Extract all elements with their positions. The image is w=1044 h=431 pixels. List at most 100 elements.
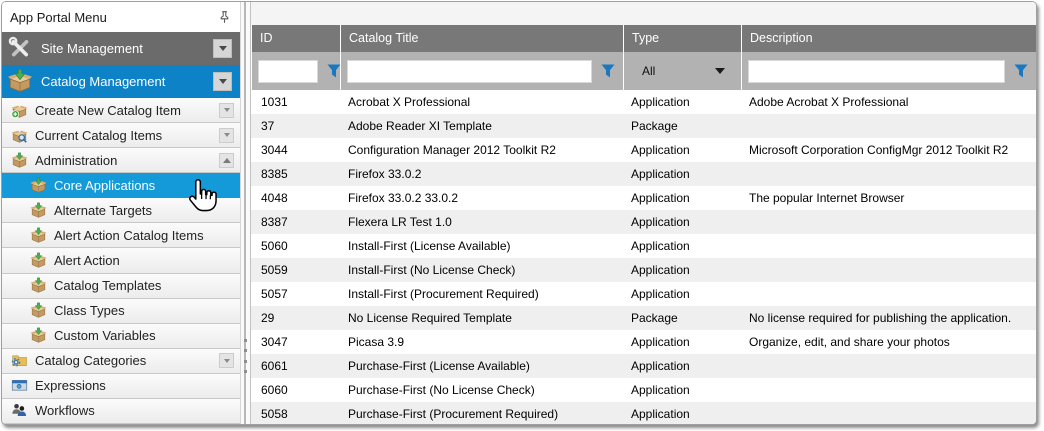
cell-type: Application <box>623 330 741 354</box>
sidebar-section-catalog-management[interactable]: Catalog Management <box>2 65 240 98</box>
cell-id: 37 <box>251 114 340 138</box>
description-filter-input[interactable] <box>748 60 1005 83</box>
cell-id: 6060 <box>251 378 340 402</box>
catalog-grid-panel: IDCatalog TitleTypeDescription All 1031A… <box>250 2 1036 424</box>
cell-description: The popular Internet Browser <box>741 186 1036 210</box>
table-row[interactable]: 5060Install-First (License Available)App… <box>251 234 1036 258</box>
table-row[interactable]: 3044Configuration Manager 2012 Toolkit R… <box>251 138 1036 162</box>
table-row[interactable]: 6061Purchase-First (License Available)Ap… <box>251 354 1036 378</box>
cell-title: Purchase-First (License Available) <box>340 354 623 378</box>
table-row[interactable]: 1031Acrobat X ProfessionalApplicationAdo… <box>251 90 1036 114</box>
cell-type: Application <box>623 162 741 186</box>
table-row[interactable]: 5058Purchase-First (Procurement Required… <box>251 402 1036 424</box>
sidebar-item-custom-variables[interactable]: Custom Variables <box>2 324 240 349</box>
cell-description <box>741 162 1036 186</box>
chevron-up-icon[interactable] <box>219 153 234 168</box>
sidebar-item-label: Expressions <box>35 378 234 393</box>
table-row[interactable]: 3047Picasa 3.9ApplicationOrganize, edit,… <box>251 330 1036 354</box>
sidebar-section-site-management[interactable]: Site Management <box>2 32 240 65</box>
chevron-down-icon[interactable] <box>213 39 232 58</box>
splitter[interactable] <box>241 2 250 424</box>
chevron-down-icon[interactable] <box>219 103 234 118</box>
box-arrow-icon <box>30 302 47 319</box>
cell-id: 8385 <box>251 162 340 186</box>
pin-icon[interactable] <box>216 9 232 25</box>
cell-title: Install-First (No License Check) <box>340 258 623 282</box>
sidebar-item-create-new-catalog-item[interactable]: Create New Catalog Item <box>2 98 240 123</box>
sidebar-item-expressions[interactable]: Expressions <box>2 374 240 399</box>
tools-icon <box>7 35 34 62</box>
sidebar-item-current-catalog-items[interactable]: Current Catalog Items <box>2 123 240 148</box>
sidebar-title: App Portal Menu <box>10 10 216 25</box>
sidebar-header: App Portal Menu <box>2 2 240 32</box>
chevron-down-icon[interactable] <box>219 353 234 368</box>
sidebar-item-workflows[interactable]: Workflows <box>2 399 240 424</box>
table-row[interactable]: 29No License Required TemplatePackageNo … <box>251 306 1036 330</box>
cell-id: 8387 <box>251 210 340 234</box>
sidebar-item-administration[interactable]: Administration <box>2 148 240 173</box>
sidebar-item-catalog-categories[interactable]: Catalog Categories <box>2 349 240 374</box>
cell-type: Application <box>623 234 741 258</box>
description-filter-cell <box>741 52 1036 90</box>
cell-id: 3044 <box>251 138 340 162</box>
type-filter-value: All <box>642 64 655 78</box>
splitter-grip-icon[interactable] <box>243 339 248 373</box>
chevron-down-icon[interactable] <box>219 128 234 143</box>
sidebar-sections: Site Management Catalog Management <box>2 32 240 98</box>
sidebar-item-core-applications[interactable]: Core Applications <box>2 173 240 198</box>
table-row[interactable]: 37Adobe Reader XI TemplatePackage <box>251 114 1036 138</box>
cell-description: Organize, edit, and share your photos <box>741 330 1036 354</box>
chevron-down-icon[interactable] <box>213 72 232 91</box>
column-header-description[interactable]: Description <box>741 25 1036 52</box>
cell-title: Firefox 33.0.2 33.0.2 <box>340 186 623 210</box>
sidebar-item-label: Current Catalog Items <box>35 128 219 143</box>
cell-title: Purchase-First (Procurement Required) <box>340 402 623 424</box>
sidebar-item-label: Alert Action <box>54 253 234 268</box>
column-header-title[interactable]: Catalog Title <box>340 25 623 52</box>
table-row[interactable]: 5059Install-First (No License Check)Appl… <box>251 258 1036 282</box>
chevron-down-icon <box>715 68 725 74</box>
cell-description <box>741 234 1036 258</box>
filter-funnel-icon[interactable] <box>601 64 615 78</box>
sidebar-item-label: Catalog Templates <box>54 278 234 293</box>
sidebar-item-label: Alert Action Catalog Items <box>54 228 234 243</box>
people-icon <box>11 402 28 419</box>
sidebar-item-alert-action[interactable]: Alert Action <box>2 248 240 273</box>
box-arrow-icon <box>30 202 47 219</box>
table-row[interactable]: 8387Flexera LR Test 1.0Application <box>251 210 1036 234</box>
table-row[interactable]: 8385Firefox 33.0.2Application <box>251 162 1036 186</box>
title-filter-input[interactable] <box>347 60 592 83</box>
cell-description <box>741 378 1036 402</box>
type-filter-dropdown[interactable]: All <box>623 52 741 90</box>
cell-description: No license required for publishing the a… <box>741 306 1036 330</box>
box-arrow-icon <box>30 177 47 194</box>
cell-title: Install-First (License Available) <box>340 234 623 258</box>
cell-id: 6061 <box>251 354 340 378</box>
cell-type: Application <box>623 210 741 234</box>
cell-id: 5060 <box>251 234 340 258</box>
table-row[interactable]: 4048Firefox 33.0.2 33.0.2ApplicationThe … <box>251 186 1036 210</box>
cell-description <box>741 402 1036 424</box>
sidebar-item-label: Catalog Categories <box>35 353 219 368</box>
filter-funnel-icon[interactable] <box>327 64 341 78</box>
sidebar-item-alert-action-catalog-items[interactable]: Alert Action Catalog Items <box>2 223 240 248</box>
table-row[interactable]: 6060Purchase-First (No License Check)App… <box>251 378 1036 402</box>
id-filter-input[interactable] <box>258 60 318 83</box>
sidebar-item-catalog-templates[interactable]: Catalog Templates <box>2 274 240 299</box>
sidebar-item-class-types[interactable]: Class Types <box>2 299 240 324</box>
cell-type: Application <box>623 186 741 210</box>
box-arrow-icon <box>30 252 47 269</box>
table-row[interactable]: 5057Install-First (Procurement Required)… <box>251 282 1036 306</box>
grid-top-strip <box>251 2 1036 25</box>
column-header-id[interactable]: ID <box>251 25 340 52</box>
cell-type: Application <box>623 138 741 162</box>
cell-title: Configuration Manager 2012 Toolkit R2 <box>340 138 623 162</box>
sidebar-items: Create New Catalog Item Current Catalog I… <box>2 98 240 424</box>
cell-description: Microsoft Corporation ConfigMgr 2012 Too… <box>741 138 1036 162</box>
filter-funnel-icon[interactable] <box>1014 64 1028 78</box>
sidebar-section-label: Site Management <box>41 41 213 56</box>
cell-title: Install-First (Procurement Required) <box>340 282 623 306</box>
cell-type: Application <box>623 90 741 114</box>
column-header-type[interactable]: Type <box>623 25 741 52</box>
sidebar-item-alternate-targets[interactable]: Alternate Targets <box>2 198 240 223</box>
